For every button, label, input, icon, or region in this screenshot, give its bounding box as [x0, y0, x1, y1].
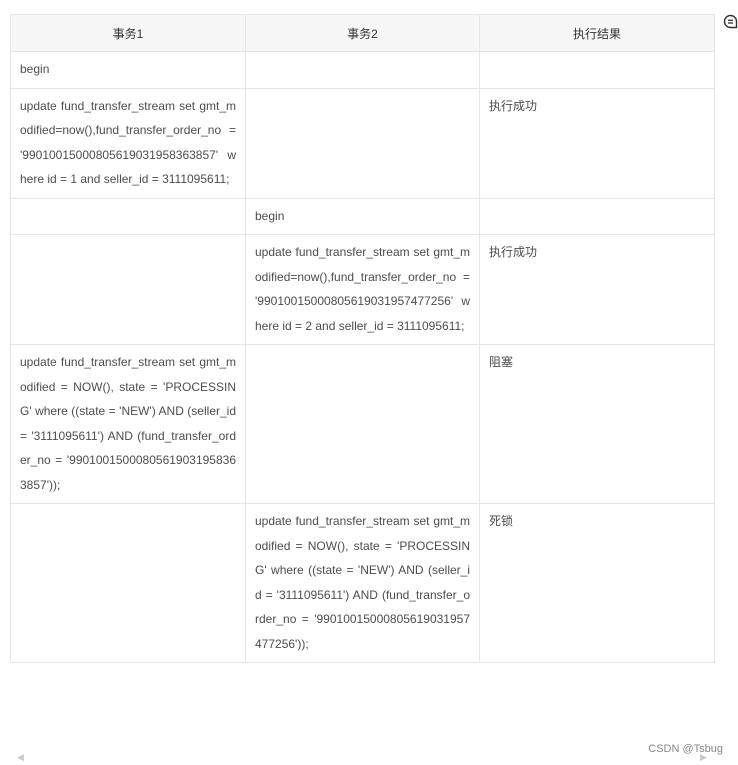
cell-transaction-1	[10, 503, 246, 663]
table-row: update fund_transfer_stream set gmt_modi…	[10, 503, 715, 663]
cell-result: 执行成功	[479, 87, 715, 199]
cell-transaction-2: update fund_transfer_stream set gmt_modi…	[245, 234, 480, 345]
table-row: begin	[10, 51, 715, 89]
cell-result	[479, 197, 715, 235]
comment-icon[interactable]	[723, 14, 738, 29]
header-result: 执行结果	[479, 14, 715, 52]
cell-transaction-2	[245, 51, 480, 89]
cell-transaction-1: update fund_transfer_stream set gmt_modi…	[10, 87, 246, 199]
table-row: update fund_transfer_stream set gmt_modi…	[10, 87, 715, 199]
credit-watermark: CSDN @Tsbug	[648, 743, 723, 755]
cell-result: 执行成功	[479, 234, 715, 345]
cell-result: 阻塞	[479, 344, 715, 504]
transaction-table-container: 事务1 事务2 执行结果 begin update fund_transfer_…	[10, 14, 715, 663]
cell-transaction-1	[10, 234, 246, 345]
cell-transaction-2	[245, 344, 480, 504]
table-row: update fund_transfer_stream set gmt_modi…	[10, 234, 715, 345]
table-header-row: 事务1 事务2 执行结果	[10, 14, 715, 52]
cell-transaction-1: update fund_transfer_stream set gmt_modi…	[10, 344, 246, 504]
header-transaction-2: 事务2	[245, 14, 480, 52]
cell-result: 死锁	[479, 503, 715, 663]
transaction-table: 事务1 事务2 执行结果 begin update fund_transfer_…	[10, 14, 715, 663]
scroll-left-icon[interactable]: ◀	[17, 752, 24, 763]
cell-transaction-1: begin	[10, 51, 246, 89]
header-transaction-1: 事务1	[10, 14, 246, 52]
cell-transaction-1	[10, 197, 246, 235]
cell-transaction-2: update fund_transfer_stream set gmt_modi…	[245, 503, 480, 663]
table-row: begin	[10, 197, 715, 235]
cell-transaction-2: begin	[245, 197, 480, 235]
table-row: update fund_transfer_stream set gmt_modi…	[10, 344, 715, 504]
cell-result	[479, 51, 715, 89]
cell-transaction-2	[245, 87, 480, 199]
